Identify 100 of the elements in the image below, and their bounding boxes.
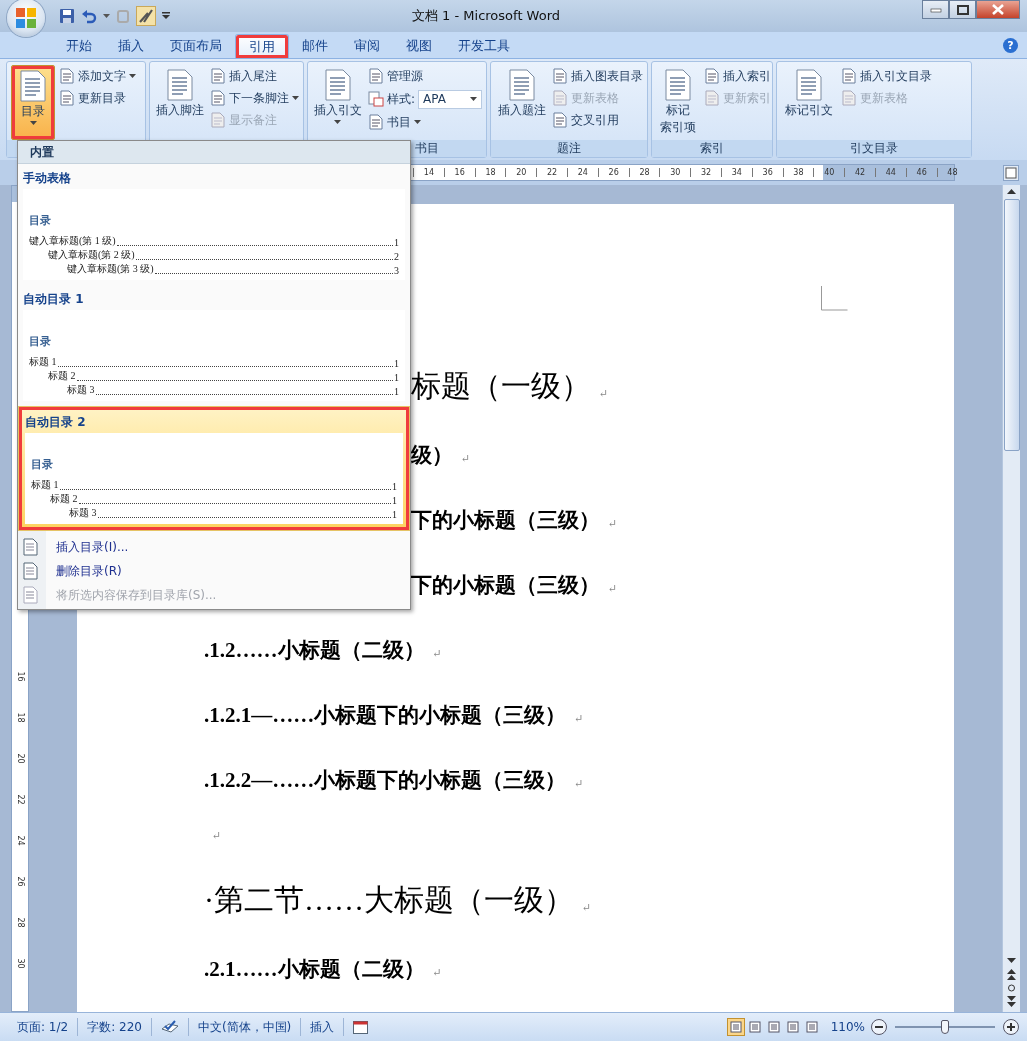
macro-icon[interactable] (353, 1020, 369, 1034)
zoom-out-button[interactable] (871, 1019, 887, 1035)
page-count[interactable]: 页面: 1/2 (8, 1018, 79, 1036)
ribbon-button[interactable]: 插入索引 (704, 66, 771, 86)
ruler-number: 38 (782, 168, 814, 177)
paragraph-mark: ↵ (608, 582, 618, 595)
toc-gallery-item[interactable]: 自动目录 2 目录 标题 1 1 标题 2 1 标题 3 1 (18, 406, 410, 531)
view-button[interactable] (726, 1018, 745, 1036)
tools-icon[interactable] (136, 6, 156, 26)
caret-icon[interactable] (103, 13, 110, 19)
caret-icon (129, 74, 136, 78)
scroll-down-icon[interactable] (1007, 958, 1016, 964)
zoom-in-button[interactable] (1003, 1019, 1019, 1035)
ribbon-button[interactable]: 添加文字 (59, 66, 136, 86)
ruler-number: 18 (15, 712, 25, 723)
ribbon-button[interactable]: 标记 索引项 (656, 65, 700, 140)
browse-object-icon[interactable] (1007, 968, 1016, 1008)
ruler-number: 16 (443, 168, 475, 177)
ribbon-tab[interactable]: 引用 (235, 34, 289, 58)
document-icon (663, 69, 693, 101)
ribbon-button[interactable]: 下一条脚注 (210, 88, 299, 108)
ribbon-tab[interactable]: 开始 (53, 34, 105, 58)
document-icon (704, 90, 720, 106)
document-icon (23, 538, 39, 556)
close-button[interactable] (976, 0, 1020, 19)
paragraph-mark: ↵ (574, 777, 584, 790)
ribbon-button[interactable]: 插入尾注 (210, 66, 299, 86)
paragraph-mark: ↵ (432, 966, 442, 979)
ribbon-button[interactable]: 插入图表目录 (552, 66, 643, 86)
style-dropdown[interactable]: APA (418, 89, 482, 109)
ruler-number: 14 (413, 168, 444, 177)
document-icon (23, 562, 39, 580)
ruler-number: 26 (15, 876, 25, 887)
ribbon-tab[interactable]: 页面布局 (157, 34, 235, 58)
undo-icon[interactable] (81, 8, 97, 24)
group-label: 索引 (652, 140, 772, 157)
maximize-button[interactable] (949, 0, 976, 19)
heading-text: .2.1……小标题（二级） (204, 955, 425, 983)
document-icon (841, 68, 857, 84)
ribbon-button[interactable]: 目录 (11, 65, 55, 140)
window-title: 文档 1 - Microsoft Word (410, 7, 562, 25)
ruler-number: 20 (505, 168, 537, 177)
scrollbar-thumb[interactable] (1003, 199, 1020, 451)
document-icon (552, 68, 568, 84)
language-indicator[interactable]: 中文(简体，中国) (188, 1018, 302, 1036)
slider-thumb[interactable] (941, 1020, 949, 1034)
document-icon (210, 68, 226, 84)
close-icon (992, 4, 1004, 15)
ribbon-tab[interactable]: 邮件 (289, 34, 341, 58)
save-icon[interactable] (59, 8, 75, 24)
ribbon-tab[interactable]: 审阅 (341, 34, 393, 58)
document-icon (841, 90, 857, 106)
ruler-number: 24 (567, 168, 598, 177)
minimize-icon (929, 6, 942, 13)
ruler-number: 40 (813, 168, 845, 177)
scroll-up-icon[interactable] (1007, 189, 1016, 195)
ruler-number: 28 (15, 917, 25, 928)
paragraph-mark: ↵ (582, 901, 592, 914)
page-view-icon (767, 1021, 780, 1033)
ribbon-tab[interactable]: 视图 (393, 34, 445, 58)
office-button[interactable] (7, 0, 45, 37)
ribbon-button[interactable]: 标记引文 (781, 65, 837, 140)
ribbon-button[interactable]: 插入题注 (495, 65, 548, 140)
ruler-number: 42 (844, 168, 875, 177)
paragraph-mark: ↵ (599, 387, 609, 400)
margin-corner-mark (821, 286, 848, 311)
help-button[interactable]: ? (1003, 38, 1018, 53)
office-logo-icon (13, 5, 39, 31)
page-view-icon (805, 1021, 818, 1033)
ribbon-tab[interactable]: 插入 (105, 34, 157, 58)
ruler-number: 36 (751, 168, 783, 177)
ruler-number: 16 (15, 671, 25, 682)
ribbon-button[interactable]: 交叉引用 (552, 110, 643, 130)
heading-text: .1.2.2—……小标题下的小标题（三级） (204, 766, 567, 794)
ribbon-tab[interactable]: 开发工具 (445, 34, 523, 58)
word-count[interactable]: 字数: 220 (78, 1018, 152, 1036)
ribbon-button[interactable]: 更新目录 (59, 88, 136, 108)
ribbon-button[interactable]: 插入脚注 (154, 65, 206, 140)
document-icon (18, 70, 48, 102)
ribbon-button[interactable]: 插入引文目录 (841, 66, 932, 86)
heading-text: 下的小标题（三级） (411, 506, 600, 534)
group-label: 题注 (491, 140, 647, 157)
proofing-icon[interactable] (160, 1020, 179, 1034)
vertical-scrollbar[interactable] (1002, 185, 1020, 1012)
ribbon-button[interactable]: 管理源 (367, 66, 482, 86)
document-icon (552, 112, 568, 128)
maximize-icon (956, 4, 969, 15)
document-icon (165, 69, 195, 101)
menu-item[interactable]: 删除目录(R) (18, 559, 410, 583)
customize-caret-icon[interactable] (162, 12, 170, 20)
document-icon (794, 69, 824, 101)
insert-mode[interactable]: 插入 (301, 1018, 345, 1036)
menu-item[interactable]: 插入目录(I)... (18, 535, 410, 559)
document-icon (552, 90, 568, 106)
zoom-level[interactable]: 110% (830, 1020, 865, 1034)
document-icon (704, 68, 720, 84)
caret-icon (292, 96, 299, 100)
caret-icon (470, 97, 477, 101)
ribbon-button[interactable]: 插入引文 (312, 65, 364, 140)
ribbon-button[interactable]: 书目 (367, 112, 482, 132)
